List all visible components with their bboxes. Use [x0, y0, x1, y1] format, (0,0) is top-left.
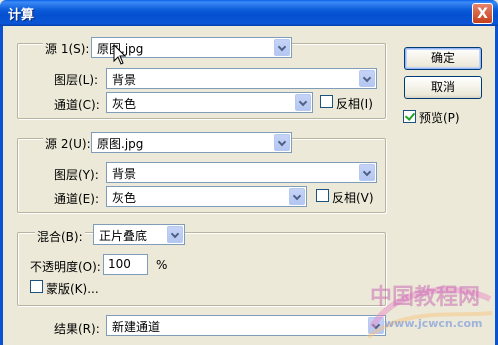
chevron-down-icon[interactable]	[295, 94, 311, 111]
source2-layer-label: 图层(Y):	[54, 168, 99, 182]
chevron-down-icon[interactable]	[359, 164, 375, 181]
close-button[interactable]: X	[472, 3, 493, 24]
result-label: 结果(R):	[54, 322, 100, 336]
result-select[interactable]: 新建通道	[106, 315, 386, 336]
source2-file-select[interactable]: 原图.jpg	[91, 132, 292, 153]
chevron-down-icon[interactable]	[359, 70, 375, 87]
chevron-down-icon[interactable]	[274, 134, 290, 151]
chevron-down-icon[interactable]	[289, 188, 305, 205]
mask-label[interactable]: 蒙版(K)...	[46, 280, 99, 297]
cancel-button[interactable]: 取消	[404, 76, 482, 99]
window-title: 计算	[8, 8, 35, 23]
source2-layer-value: 背景	[112, 167, 137, 181]
result-value: 新建通道	[112, 320, 161, 334]
chevron-down-icon[interactable]	[368, 317, 384, 334]
source1-invert-checkbox[interactable]	[320, 95, 333, 108]
mouse-cursor-icon	[113, 44, 127, 65]
source1-channel-select[interactable]: 灰色	[106, 92, 313, 113]
source1-channel-label: 通道(C):	[54, 98, 100, 112]
source2-label: 源 2(U):	[43, 135, 93, 152]
source1-invert-label: 反相(I)	[336, 97, 373, 111]
opacity-label: 不透明度(O):	[30, 260, 101, 274]
source2-layer-select[interactable]: 背景	[106, 162, 377, 183]
opacity-input[interactable]: 100	[103, 254, 148, 275]
mask-checkbox[interactable]	[30, 280, 43, 293]
source1-layer-select[interactable]: 背景	[106, 68, 377, 89]
title-bar[interactable]: 计算 X	[0, 0, 498, 26]
blend-mode-select[interactable]: 正片叠底	[93, 224, 185, 245]
source2-file-value: 原图.jpg	[97, 137, 144, 151]
window-frame-left	[0, 26, 3, 345]
preview-checkbox[interactable]	[403, 110, 416, 123]
source2-channel-value: 灰色	[112, 191, 137, 205]
source2-channel-select[interactable]: 灰色	[106, 186, 307, 207]
blend-label: 混合(B):	[35, 228, 85, 245]
source1-layer-label: 图层(L):	[54, 73, 99, 87]
source2-invert-checkbox[interactable]	[316, 189, 329, 202]
close-icon: X	[477, 6, 488, 22]
watermark-cn: 中国教程网	[370, 285, 481, 310]
chevron-down-icon[interactable]	[274, 39, 290, 56]
blend-mode-value: 正片叠底	[99, 229, 148, 243]
ok-button[interactable]: 确定	[404, 47, 482, 70]
source2-channel-label: 通道(E):	[54, 192, 99, 206]
preview-label: 预览(P)	[419, 111, 460, 125]
opacity-unit: %	[156, 258, 168, 272]
chevron-down-icon[interactable]	[167, 226, 183, 243]
opacity-value: 100	[108, 257, 131, 271]
source1-label: 源 1(S):	[43, 40, 92, 57]
source2-invert-label: 反相(V)	[332, 191, 374, 205]
source1-layer-value: 背景	[112, 73, 137, 87]
source1-channel-value: 灰色	[112, 97, 137, 111]
watermark-url: www.jcwcn.com	[384, 317, 483, 330]
